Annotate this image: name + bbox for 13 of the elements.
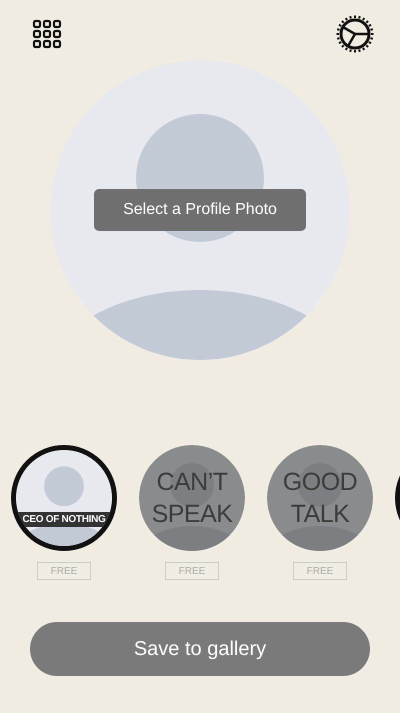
price-tag: FREE	[293, 562, 347, 580]
grid-menu-icon[interactable]	[32, 19, 62, 49]
price-tag: FREE	[37, 562, 91, 580]
frame-caption: GOOD TALK	[282, 466, 358, 530]
settings-icon[interactable]	[336, 15, 374, 53]
frame-caption: CAN’T SPEAK	[152, 466, 232, 530]
frame-option[interactable]: CAN’T SPEAK	[139, 445, 245, 551]
frame-caption: CEO OF NOTHING	[16, 512, 112, 527]
frame-option[interactable]: CEO OF NOTHING	[11, 445, 117, 551]
save-button[interactable]: Save to gallery	[30, 622, 370, 676]
price-tag: FREE	[165, 562, 219, 580]
frame-option[interactable]: GOOD TALK	[267, 445, 373, 551]
select-photo-button[interactable]: Select a Profile Photo	[94, 189, 306, 231]
